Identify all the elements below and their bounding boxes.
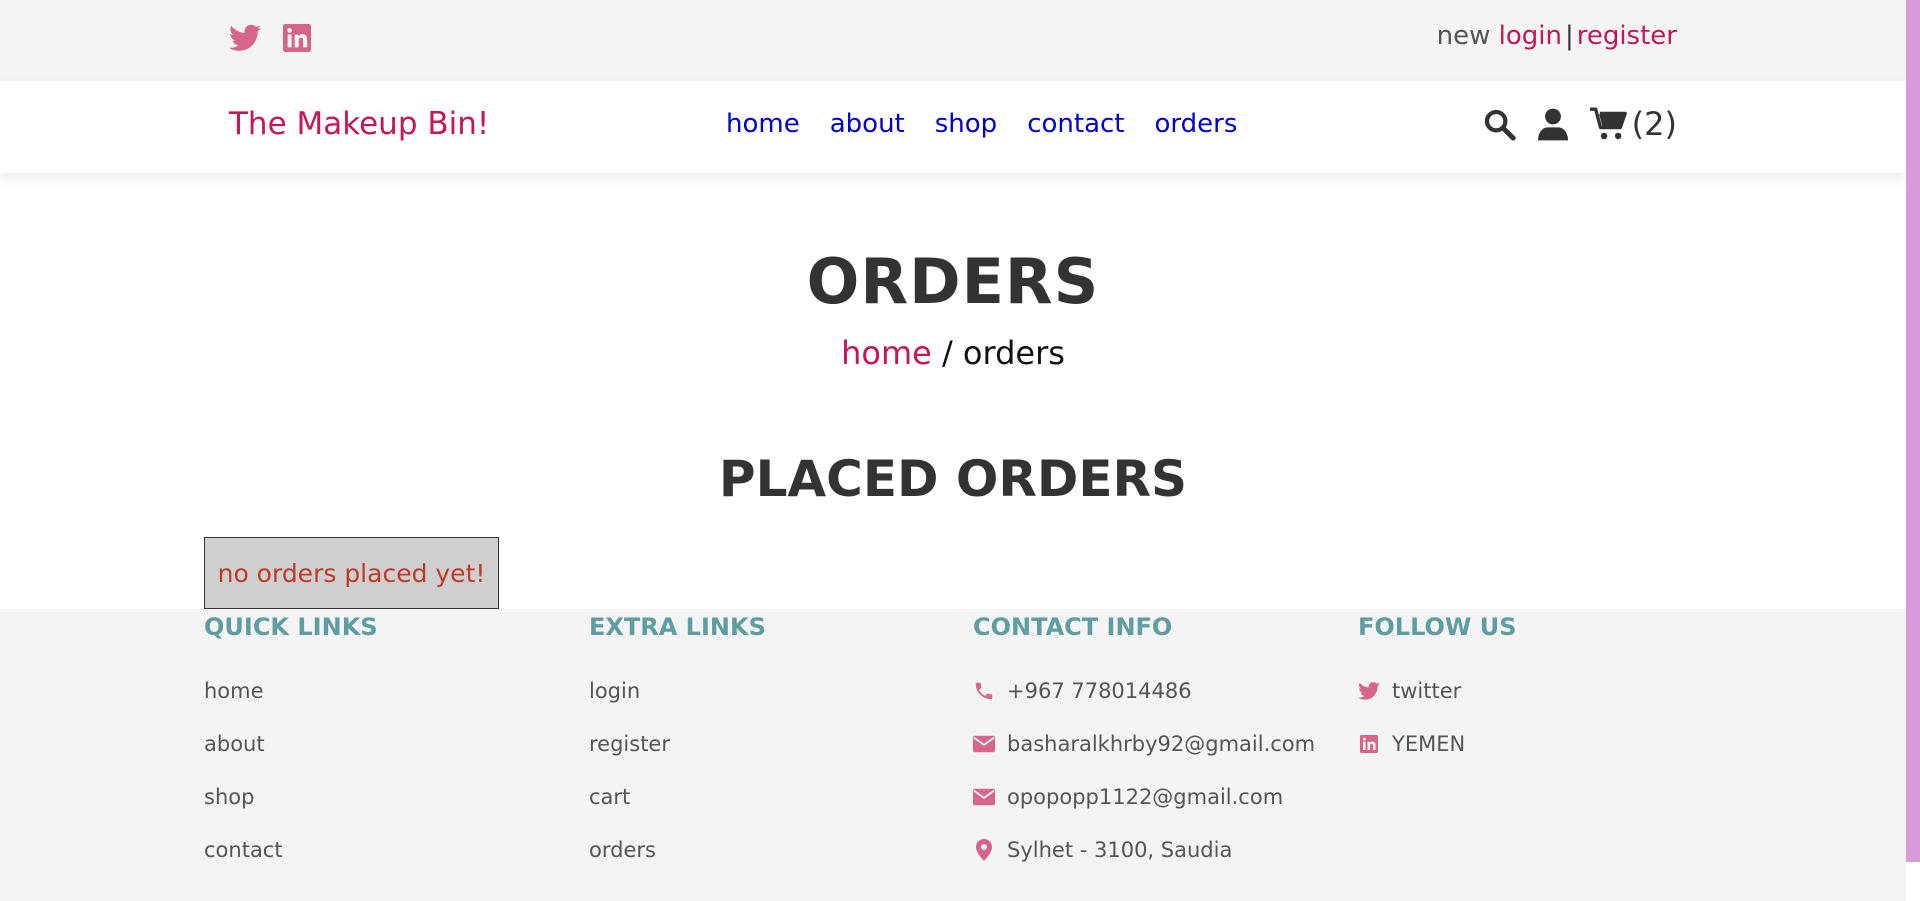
envelope-icon [973, 786, 995, 808]
auth-links: new login | register [1437, 21, 1677, 51]
auth-prefix: new [1436, 21, 1491, 51]
follow-linkedin-text: YEMEN [1392, 732, 1466, 756]
contact-email[interactable]: opopopp1122@gmail.com [973, 785, 1283, 809]
twitter-icon[interactable] [229, 22, 261, 54]
footer-link-home[interactable]: home [204, 679, 264, 703]
footer-heading: QUICK LINKS [204, 613, 378, 641]
footer-link-contact[interactable]: contact [204, 838, 283, 862]
contact-address: Sylhet - 3100, Saudia [973, 838, 1232, 862]
social-links [229, 22, 313, 54]
contact-address-text: Sylhet - 3100, Saudia [1007, 838, 1233, 862]
phone-icon [973, 680, 995, 702]
footer-link-login[interactable]: login [589, 679, 640, 703]
footer: QUICK LINKS home about shop contact EXTR… [0, 609, 1906, 901]
footer-heading: EXTRA LINKS [589, 613, 766, 641]
nav-orders[interactable]: orders [1154, 109, 1237, 139]
cart-button[interactable]: (2) [1589, 105, 1677, 143]
footer-follow-us: FOLLOW US twitter YEMEN [1358, 609, 1517, 756]
section-title: PLACED ORDERS [718, 450, 1188, 508]
login-link[interactable]: login [1499, 21, 1562, 51]
user-icon[interactable] [1537, 107, 1568, 141]
breadcrumb-separator: / [931, 334, 963, 372]
nav-home[interactable]: home [726, 109, 800, 139]
site-logo[interactable]: The Makeup Bin! [229, 106, 489, 142]
top-bar: new login | register [0, 0, 1906, 81]
main-header: The Makeup Bin! home about shop contact … [0, 81, 1906, 173]
page-scrollbar[interactable] [1906, 0, 1920, 862]
footer-heading: CONTACT INFO [973, 613, 1173, 641]
nav-shop[interactable]: shop [935, 109, 997, 139]
footer-link-register[interactable]: register [589, 732, 670, 756]
footer-link-shop[interactable]: shop [204, 785, 254, 809]
linkedin-icon[interactable] [281, 22, 313, 54]
breadcrumb-current: orders [962, 334, 1065, 372]
follow-twitter-text: twitter [1392, 679, 1462, 703]
footer-extra-links: EXTRA LINKS login register cart orders [589, 609, 766, 862]
page-title: ORDERS [806, 245, 1100, 318]
header-icons: (2) [1482, 105, 1677, 143]
main-nav: home about shop contact orders [726, 109, 1237, 139]
nav-contact[interactable]: contact [1027, 109, 1124, 139]
empty-orders-message: no orders placed yet! [204, 537, 499, 609]
footer-link-cart[interactable]: cart [589, 785, 630, 809]
cart-icon [1589, 107, 1628, 141]
twitter-icon [1358, 680, 1380, 702]
breadcrumb: home / orders [0, 334, 1906, 372]
footer-link-about[interactable]: about [204, 732, 265, 756]
register-link[interactable]: register [1577, 21, 1677, 51]
search-icon[interactable] [1482, 107, 1516, 141]
nav-about[interactable]: about [830, 109, 905, 139]
footer-link-orders[interactable]: orders [589, 838, 656, 862]
footer-contact-info: CONTACT INFO +967 778014486 basharalkhrb… [973, 609, 1315, 862]
envelope-icon [973, 733, 995, 755]
contact-email[interactable]: basharalkhrby92@gmail.com [973, 732, 1315, 756]
map-marker-icon [973, 839, 995, 861]
contact-phone[interactable]: +967 778014486 [973, 679, 1192, 703]
follow-linkedin-link[interactable]: YEMEN [1358, 732, 1465, 756]
contact-email-text: basharalkhrby92@gmail.com [1007, 732, 1316, 756]
auth-separator: | [1564, 21, 1574, 51]
contact-phone-text: +967 778014486 [1007, 679, 1192, 703]
cart-count: (2) [1631, 105, 1677, 143]
follow-twitter-link[interactable]: twitter [1358, 679, 1461, 703]
footer-heading: FOLLOW US [1358, 613, 1517, 641]
breadcrumb-home-link[interactable]: home [841, 334, 932, 372]
contact-email-text: opopopp1122@gmail.com [1007, 785, 1284, 809]
footer-quick-links: QUICK LINKS home about shop contact [204, 609, 378, 862]
linkedin-icon [1358, 733, 1380, 755]
